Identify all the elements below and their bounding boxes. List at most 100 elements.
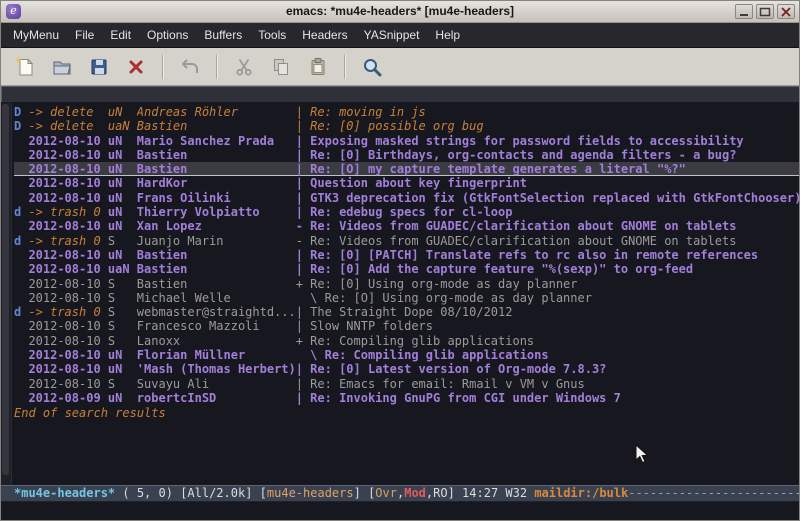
message-row[interactable]: 2012-08-09uNrobertcInSD| Re: Invoking Gn… [14, 391, 799, 405]
menu-item-edit[interactable]: Edit [102, 25, 139, 45]
titlebar: e emacs: *mu4e-headers* [mu4e-headers] [1, 1, 799, 23]
search-button[interactable] [358, 53, 386, 81]
message-from: HardKor [137, 176, 296, 190]
emacs-window: e emacs: *mu4e-headers* [mu4e-headers] M… [0, 0, 800, 521]
message-row[interactable]: d-> trash 0Swebmaster@straightd...| The … [14, 305, 799, 319]
message-row[interactable]: 2012-08-10SSuvayu Ali| Re: Emacs for ema… [14, 377, 799, 391]
menu-item-tools[interactable]: Tools [250, 25, 294, 45]
message-from: Lanoxx [137, 334, 296, 348]
echo-area[interactable] [1, 502, 799, 520]
message-date: 2012-08-10 [28, 334, 107, 348]
menu-item-yasnippet[interactable]: YASnippet [356, 25, 428, 45]
message-flags: uN [108, 105, 137, 119]
paste-button[interactable] [304, 53, 332, 81]
message-subject: | Exposing masked strings for password f… [296, 134, 744, 148]
minimize-icon [738, 7, 750, 17]
message-from: Xan Lopez [137, 219, 296, 233]
message-from: Bastien [137, 119, 296, 133]
new-file-icon [14, 56, 36, 78]
mode-line-segment-mode: mu4e-headers [267, 486, 354, 500]
save-icon [88, 56, 110, 78]
cut-button[interactable] [230, 53, 258, 81]
menu-item-buffers[interactable]: Buffers [196, 25, 250, 45]
menu-item-mymenu[interactable]: MyMenu [5, 25, 67, 45]
minimize-button[interactable] [735, 4, 753, 19]
message-mark [14, 134, 28, 148]
message-mark [14, 262, 28, 276]
message-flags: S [108, 234, 137, 248]
message-flags: S [108, 305, 137, 319]
message-row[interactable]: 2012-08-10uNXan Lopez- Re: Videos from G… [14, 219, 799, 233]
message-date: 2012-08-10 [28, 362, 107, 376]
save-button[interactable] [85, 53, 113, 81]
message-date: -> trash 0 [28, 205, 107, 219]
message-date: 2012-08-10 [28, 291, 107, 305]
message-row[interactable]: d-> trash 0SJuanjo Marin- Re: Videos fro… [14, 234, 799, 248]
message-subject: | Question about key fingerprint [296, 176, 527, 190]
mode-line-segment-maildir: maildir:/bulk [534, 486, 628, 500]
mode-line-segment-ovr: Ovr [375, 486, 397, 500]
message-row[interactable]: 2012-08-10SMichael Welle \ Re: [O] Using… [14, 291, 799, 305]
message-row[interactable]: 2012-08-10SBastien+ Re: [0] Using org-mo… [14, 277, 799, 291]
message-row[interactable]: D-> deleteuaNBastien| Re: [0] possible o… [14, 119, 799, 133]
message-row[interactable]: 2012-08-10uN'Mash (Thomas Herbert)| Re: … [14, 362, 799, 376]
message-row[interactable]: 2012-08-10uNMario Sanchez Prada| Exposin… [14, 134, 799, 148]
message-subject: | Re: [0] Add the capture feature "%(sex… [296, 262, 693, 276]
mode-line-segment-plain: ] [448, 486, 462, 500]
message-subject: - Re: Videos from GUADEC/clarification a… [296, 234, 737, 248]
open-folder-button[interactable] [48, 53, 76, 81]
message-subject: + Re: [0] Using org-mode as day planner [296, 277, 578, 291]
message-date: -> delete [28, 119, 107, 133]
close-button[interactable] [777, 4, 795, 19]
message-date: 2012-08-10 [28, 319, 107, 333]
copy-button[interactable] [267, 53, 295, 81]
message-row[interactable]: 2012-08-10uNFlorian Müllner \ Re: Compil… [14, 348, 799, 362]
message-mark [14, 191, 28, 205]
menu-item-help[interactable]: Help [427, 25, 468, 45]
message-mark: D [14, 105, 28, 119]
kill-buffer-button[interactable] [122, 53, 150, 81]
menu-item-options[interactable]: Options [139, 25, 196, 45]
message-row[interactable]: 2012-08-10uNFrans Oilinki| GTK3 deprecat… [14, 191, 799, 205]
message-row[interactable]: d-> trash 0uNThierry Volpiatto| Re: edeb… [14, 205, 799, 219]
new-file-button[interactable] [11, 53, 39, 81]
message-flags: uN [108, 191, 137, 205]
message-row[interactable]: 2012-08-10uNBastien| Re: [0] Birthdays, … [14, 148, 799, 162]
menu-item-file[interactable]: File [67, 25, 102, 45]
message-row[interactable]: 2012-08-10uNBastien| Re: [O] my capture … [14, 162, 799, 176]
message-row[interactable]: 2012-08-10SLanoxx+ Re: Compiling glib ap… [14, 334, 799, 348]
message-from: Thierry Volpiatto [137, 205, 296, 219]
message-date: 2012-08-10 [28, 176, 107, 190]
mode-line-segment-plain: ] [354, 486, 368, 500]
scrollbar-thumb[interactable] [2, 104, 9, 475]
toolbar-separator [216, 55, 218, 79]
message-mark [14, 291, 28, 305]
message-from: 'Mash (Thomas Herbert) [137, 362, 296, 376]
undo-icon [179, 56, 201, 78]
message-flags: uN [108, 219, 137, 233]
message-subject: | Re: [0] [PATCH] Translate refs to rc a… [296, 248, 758, 262]
message-flags: uN [108, 348, 137, 362]
message-row[interactable]: D-> deleteuNAndreas Röhler| Re: moving i… [14, 105, 799, 119]
message-subject: | Slow NNTP folders [296, 319, 433, 333]
message-mark [14, 277, 28, 291]
message-subject: \ Re: [O] Using org-mode as day planner [296, 291, 592, 305]
message-subject: | Re: [O] my capture template generates … [296, 162, 686, 176]
maximize-icon [759, 7, 771, 17]
message-mark: d [14, 305, 28, 319]
undo-button[interactable] [176, 53, 204, 81]
message-mark [14, 162, 28, 176]
message-row[interactable]: 2012-08-10uNHardKor| Question about key … [14, 176, 799, 190]
message-date: -> delete [28, 105, 107, 119]
message-date: 2012-08-10 [28, 248, 107, 262]
message-row[interactable]: 2012-08-10SFrancesco Mazzoli| Slow NNTP … [14, 319, 799, 333]
message-date: 2012-08-10 [28, 377, 107, 391]
message-date: 2012-08-10 [28, 148, 107, 162]
scrollbar[interactable] [1, 103, 12, 485]
message-row[interactable]: 2012-08-10uaNBastien| Re: [0] Add the ca… [14, 262, 799, 276]
message-mark [14, 319, 28, 333]
message-mark [14, 176, 28, 190]
message-row[interactable]: 2012-08-10uNBastien| Re: [0] [PATCH] Tra… [14, 248, 799, 262]
maximize-button[interactable] [756, 4, 774, 19]
menu-item-headers[interactable]: Headers [294, 25, 355, 45]
